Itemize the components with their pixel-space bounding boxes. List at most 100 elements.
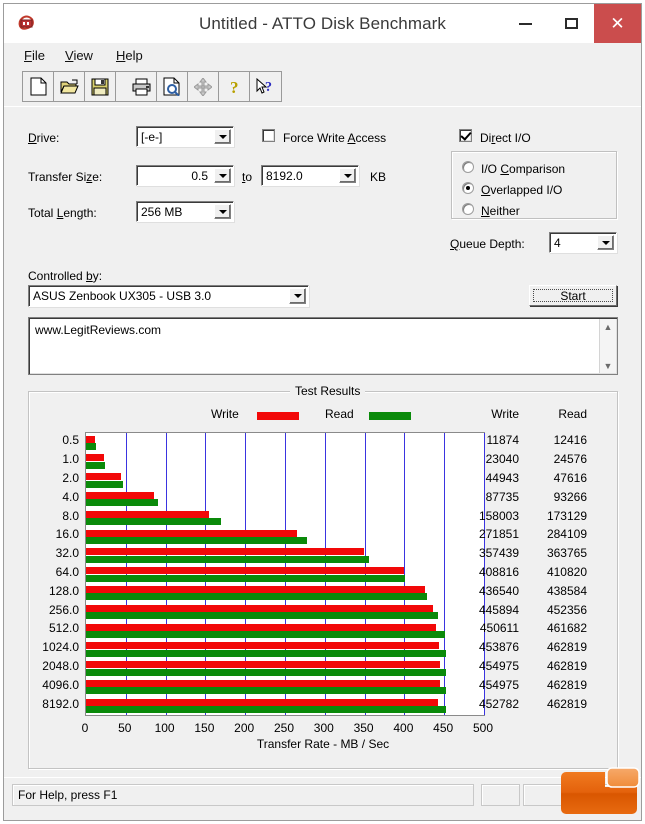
new-document-icon[interactable] [23, 72, 54, 101]
chart-x-axis-title: Transfer Rate - MB / Sec [256, 737, 390, 751]
transfer-size-to-select[interactable]: 8192.0 [261, 165, 359, 186]
bar-read [86, 649, 446, 657]
transfer-size-from-value: 0.5 [191, 168, 208, 183]
radio-neither[interactable] [462, 203, 474, 215]
result-read-value: 462819 [546, 640, 587, 655]
status-bar: For Help, press F1 [4, 777, 641, 820]
chart-x-tick-label: 450 [433, 721, 454, 735]
bar-read [86, 480, 123, 488]
total-length-select[interactable]: 256 MB [136, 201, 234, 222]
menu-help[interactable]: Help [110, 46, 149, 65]
kb-unit-label: KB [370, 170, 387, 184]
radio-overlapped-io[interactable] [462, 182, 474, 194]
result-read-value: 462819 [546, 659, 587, 673]
bar-write [86, 454, 104, 462]
chart-y-tick-label: 512.0 [48, 621, 79, 636]
result-write-value: 44943 [485, 471, 519, 485]
chart-y-tick-label: 16.0 [55, 527, 79, 542]
bar-write [86, 473, 121, 481]
bar-read [86, 537, 307, 544]
bar-read [86, 443, 96, 450]
force-write-access-checkbox[interactable] [262, 129, 275, 142]
result-write-value: 452782 [478, 696, 519, 711]
bar-write [86, 679, 440, 687]
bar-write [86, 529, 298, 537]
result-write-value: 450611 [479, 621, 519, 636]
result-read-value: 12416 [553, 433, 587, 448]
bar-write [86, 491, 155, 499]
transfer-size-from-select[interactable]: 0.5 [136, 165, 234, 186]
test-results-group: Test Results Write Read Write Read 0.5 1.… [28, 384, 618, 769]
chart-y-tick-label: 4096.0 [42, 677, 79, 692]
print-icon[interactable] [126, 72, 157, 101]
chart-legend: Write Read Write Read [29, 407, 617, 425]
direct-io-checkbox[interactable] [459, 129, 472, 142]
chart-y-tick-label: 2048.0 [42, 659, 79, 673]
minimize-button[interactable] [502, 4, 548, 43]
drive-label: Drive: [28, 131, 60, 145]
result-read-value: 173129 [546, 508, 587, 523]
chart-x-tick-label: 50 [118, 721, 132, 735]
scroll-down-icon[interactable]: ▼ [600, 358, 616, 373]
chevron-down-icon[interactable] [597, 235, 614, 250]
test-results-title: Test Results [290, 384, 366, 398]
svg-text:?: ? [230, 78, 239, 96]
controlled-by-select[interactable]: ASUS Zenbook UX305 - USB 3.0 [28, 285, 309, 307]
controlled-by-value: ASUS Zenbook UX305 - USB 3.0 [33, 289, 212, 303]
result-read-value: 47616 [553, 471, 587, 485]
start-button[interactable]: Start [529, 285, 617, 306]
result-write-value: 445894 [478, 602, 519, 617]
title-bar: Untitled - ATTO Disk Benchmark ✕ [4, 4, 641, 43]
chart-y-tick-label: 128.0 [48, 583, 79, 598]
menu-bar: File View Help [4, 43, 641, 69]
move-arrows-icon[interactable] [188, 72, 219, 101]
scroll-up-icon[interactable]: ▲ [600, 319, 616, 334]
log-scrollbar[interactable]: ▲ ▼ [599, 319, 616, 373]
result-read-value: 462819 [546, 677, 587, 692]
radio-io-comparison[interactable] [462, 161, 474, 173]
bar-read [86, 612, 438, 620]
menu-view[interactable]: View [59, 46, 99, 65]
chevron-down-icon[interactable] [289, 288, 306, 304]
chart-x-tick-label: 400 [393, 721, 414, 735]
chart-y-tick-label: 256.0 [48, 602, 79, 617]
bar-write [86, 567, 404, 575]
result-read-value: 452356 [546, 602, 587, 617]
maximize-button[interactable] [548, 4, 594, 43]
open-folder-icon[interactable] [54, 72, 85, 101]
chevron-down-icon[interactable] [214, 168, 231, 183]
queue-depth-value: 4 [554, 235, 561, 250]
print-preview-icon[interactable] [157, 72, 188, 101]
app-window: Untitled - ATTO Disk Benchmark ✕ File Vi… [3, 3, 642, 821]
result-write-value: 408816 [478, 565, 519, 579]
minimize-icon [518, 22, 532, 25]
chart-plot-area [85, 432, 485, 716]
chart-x-tick-label: 350 [353, 721, 374, 735]
to-label: to [242, 170, 253, 184]
bar-write [86, 642, 439, 650]
result-write-value: 271851 [478, 527, 519, 542]
bar-read [86, 574, 406, 582]
legend-write-swatch [257, 412, 299, 420]
context-help-icon[interactable]: ? [250, 72, 281, 101]
result-write-value: 436540 [478, 583, 519, 598]
client-area: Drive: [-e-] Transfer Size: 0.5 to 8192.… [4, 106, 641, 779]
start-button-label: Start [560, 288, 586, 303]
result-write-value: 454975 [478, 677, 519, 692]
chevron-down-icon[interactable] [339, 168, 356, 183]
result-read-value: 438584 [546, 583, 587, 598]
bar-write [86, 585, 426, 593]
drive-select[interactable]: [-e-] [136, 126, 234, 147]
bar-write [86, 548, 364, 556]
menu-file[interactable]: File [18, 46, 51, 65]
chevron-down-icon[interactable] [214, 204, 231, 219]
legitreviews-logo [553, 762, 645, 818]
log-textarea[interactable]: www.LegitReviews.com ▲ ▼ [28, 317, 618, 375]
chevron-down-icon[interactable] [214, 129, 231, 144]
help-question-icon[interactable]: ? [219, 72, 250, 101]
close-button[interactable]: ✕ [594, 4, 641, 43]
queue-depth-select[interactable]: 4 [549, 232, 617, 253]
transfer-size-to-value: 8192.0 [266, 168, 303, 183]
result-read-value: 24576 [553, 452, 587, 467]
save-disk-icon[interactable] [85, 72, 116, 101]
